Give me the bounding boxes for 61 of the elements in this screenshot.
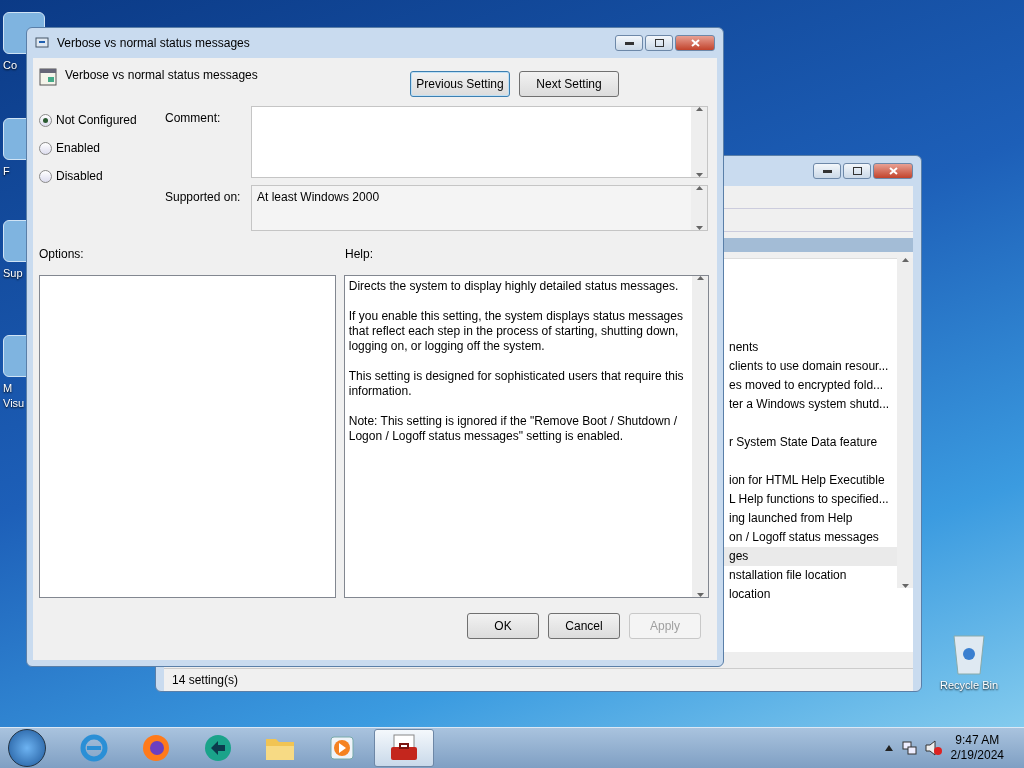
clock[interactable]: 9:47 AM 2/19/2024 bbox=[950, 733, 1004, 763]
radio-circle[interactable] bbox=[39, 113, 52, 127]
policy-icon bbox=[35, 35, 51, 51]
help-paragraph: Note: This setting is ignored if the "Remove Boot / Shutdown / Logon / Logoff status messages" setting is enabled. bbox=[348, 414, 678, 444]
comment-field[interactable] bbox=[251, 106, 708, 178]
dialog-button[interactable]: Cancel bbox=[548, 613, 620, 639]
down-arrow-icon[interactable] bbox=[695, 173, 703, 177]
comment-label: Comment: bbox=[165, 110, 222, 127]
window-title: Verbose vs normal status messages bbox=[57, 36, 250, 50]
supported-text: At least Windows 2000 bbox=[256, 189, 381, 206]
desktop-icon-label[interactable]: M Visu bbox=[3, 381, 25, 411]
desktop-icon-label[interactable]: Sup bbox=[3, 266, 23, 281]
radio-option[interactable]: Enabled bbox=[39, 140, 165, 156]
up-arrow-icon[interactable] bbox=[695, 107, 703, 111]
maximize-button[interactable] bbox=[843, 163, 871, 179]
previous-setting-button[interactable]: Previous Setting bbox=[410, 71, 510, 97]
up-arrow-icon[interactable] bbox=[695, 186, 703, 190]
taskbar-app-button[interactable] bbox=[374, 729, 434, 767]
start-button[interactable] bbox=[8, 729, 46, 767]
options-label: Options: bbox=[39, 247, 85, 263]
network-icon[interactable] bbox=[900, 740, 917, 756]
up-arrow-icon[interactable] bbox=[696, 276, 704, 280]
down-arrow-icon[interactable] bbox=[901, 584, 909, 588]
maximize-icon bbox=[852, 167, 862, 175]
scrollbar[interactable] bbox=[692, 276, 708, 597]
minimize-button[interactable] bbox=[615, 35, 643, 51]
setting-title: Verbose vs normal status messages bbox=[65, 68, 258, 82]
help-paragraph: Directs the system to display highly detailed status messages. bbox=[348, 279, 680, 294]
radio-option[interactable]: Not Configured bbox=[39, 112, 165, 128]
scrollbar[interactable] bbox=[897, 258, 913, 588]
help-label: Help: bbox=[345, 247, 373, 263]
help-paragraph: This setting is designed for sophisticated users that require this information. bbox=[348, 369, 685, 399]
play-icon bbox=[328, 734, 356, 762]
muted-speaker-icon[interactable] bbox=[924, 740, 943, 756]
next-setting-button[interactable]: Next Setting bbox=[519, 71, 619, 97]
up-arrow-icon[interactable] bbox=[884, 745, 893, 751]
up-arrow-icon[interactable] bbox=[901, 258, 909, 262]
radio-circle[interactable] bbox=[39, 141, 52, 155]
close-icon bbox=[888, 167, 898, 175]
recycle-bin-icon[interactable] bbox=[951, 632, 988, 676]
minimize-icon bbox=[624, 41, 634, 45]
desktop-icon-label[interactable]: F bbox=[3, 164, 10, 179]
radio-option[interactable]: Disabled bbox=[39, 168, 165, 184]
help-paragraph: If you enable this setting, the system displays status messages that reflect each step in the process of starting, shutting down, logging on, or logging off the system. bbox=[348, 309, 684, 354]
scrollbar[interactable] bbox=[691, 186, 707, 230]
scrollbar[interactable] bbox=[691, 107, 707, 177]
maximize-icon bbox=[654, 39, 664, 47]
maximize-button[interactable] bbox=[645, 35, 673, 51]
toolbox-icon bbox=[388, 733, 420, 763]
close-button[interactable] bbox=[675, 35, 715, 51]
close-button[interactable] bbox=[873, 163, 913, 179]
down-arrow-icon[interactable] bbox=[696, 593, 704, 597]
setting-icon bbox=[39, 68, 57, 86]
radio-circle[interactable] bbox=[39, 169, 52, 183]
supported-label: Supported on: bbox=[165, 189, 242, 206]
minimize-icon bbox=[822, 169, 832, 173]
minimize-button[interactable] bbox=[813, 163, 841, 179]
dialog-button[interactable]: OK bbox=[467, 613, 539, 639]
close-icon bbox=[690, 39, 700, 47]
down-arrow-icon[interactable] bbox=[695, 226, 703, 230]
desktop-icon-label[interactable]: Co bbox=[3, 58, 18, 73]
